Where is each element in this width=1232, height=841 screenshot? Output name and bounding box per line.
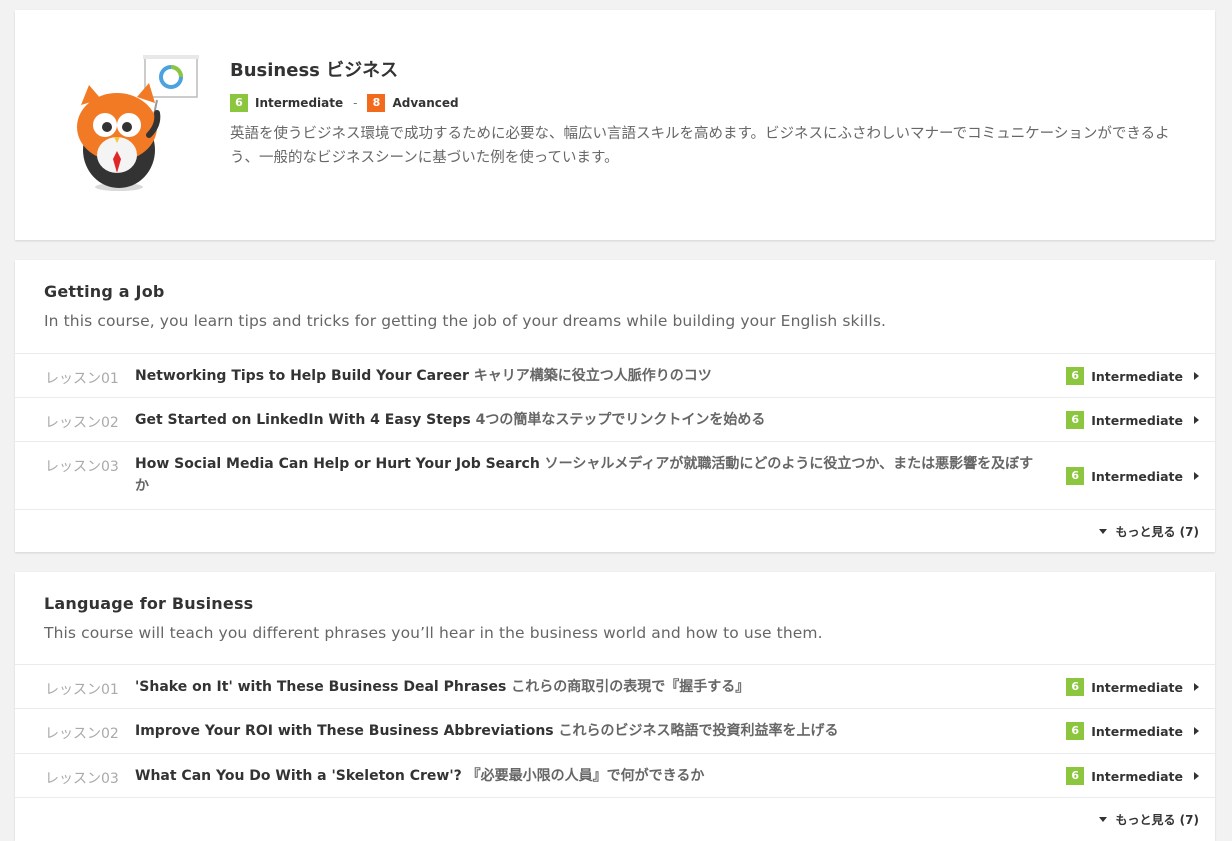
show-more-label: もっと見る (7) xyxy=(1115,813,1200,827)
course-title: Getting a Job xyxy=(44,282,165,301)
lesson-number: レッスン03 xyxy=(45,459,119,475)
level-badge-from: 6 xyxy=(230,94,248,112)
lesson-level: 6 Intermediate xyxy=(1066,722,1199,740)
lesson-number: レッスン01 xyxy=(45,371,119,387)
level-label: Intermediate xyxy=(1091,368,1183,384)
chevron-right-icon[interactable] xyxy=(1194,727,1199,735)
level-label: Intermediate xyxy=(1091,723,1183,739)
course-card: Getting a Job In this course, you learn … xyxy=(15,260,1215,552)
level-label-to: Advanced xyxy=(392,96,459,110)
show-more-button[interactable]: もっと見る (7) xyxy=(1098,523,1200,540)
lesson-row[interactable]: レッスン03 How Social Media Can Help or Hurt… xyxy=(15,441,1215,509)
course-title: Language for Business xyxy=(44,594,254,613)
course-card: Language for Business This course will t… xyxy=(15,572,1215,841)
lesson-number: レッスン03 xyxy=(45,771,119,787)
lesson-row[interactable]: レッスン02 Improve Your ROI with These Busin… xyxy=(15,708,1215,753)
category-header-card: Business ビジネス 6 Intermediate - 8 Advance… xyxy=(15,10,1215,240)
chevron-right-icon[interactable] xyxy=(1194,683,1199,691)
lesson-level: 6 Intermediate xyxy=(1066,678,1199,696)
lesson-number: レッスン02 xyxy=(45,726,119,742)
category-title: Business ビジネス xyxy=(230,60,399,81)
lesson-title[interactable]: Get Started on LinkedIn With 4 Easy Step… xyxy=(135,409,1045,431)
lesson-title[interactable]: How Social Media Can Help or Hurt Your J… xyxy=(135,453,1045,497)
level-badge-to: 8 xyxy=(367,94,386,112)
level-badge: 6 xyxy=(1066,467,1085,485)
lesson-title[interactable]: 'Shake on It' with These Business Deal P… xyxy=(135,676,1045,698)
lesson-title[interactable]: What Can You Do With a 'Skeleton Crew'? … xyxy=(135,765,1045,787)
level-badge: 6 xyxy=(1066,767,1085,785)
lesson-level: 6 Intermediate xyxy=(1066,367,1199,385)
category-description: 英語を使うビジネス環境で成功するために必要な、幅広い言語スキルを高めます。ビジネ… xyxy=(230,126,1170,166)
level-label: Intermediate xyxy=(1091,679,1183,695)
level-label: Intermediate xyxy=(1091,768,1183,784)
caret-down-icon xyxy=(1098,529,1107,534)
lesson-title[interactable]: Networking Tips to Help Build Your Caree… xyxy=(135,365,1045,387)
more-row: もっと見る (7) xyxy=(15,509,1215,552)
caret-down-icon xyxy=(1098,817,1107,822)
chevron-right-icon[interactable] xyxy=(1194,416,1199,424)
level-range: 6 Intermediate - 8 Advanced xyxy=(230,94,459,112)
course-description: In this course, you learn tips and trick… xyxy=(44,312,887,330)
lesson-title[interactable]: Improve Your ROI with These Business Abb… xyxy=(135,720,1045,742)
lesson-row[interactable]: レッスン01 Networking Tips to Help Build You… xyxy=(15,353,1215,397)
chevron-right-icon[interactable] xyxy=(1194,772,1199,780)
more-row: もっと見る (7) xyxy=(15,797,1215,840)
lesson-row[interactable]: レッスン02 Get Started on LinkedIn With 4 Ea… xyxy=(15,397,1215,441)
lesson-row[interactable]: レッスン03 What Can You Do With a 'Skeleton … xyxy=(15,753,1215,797)
owl-mascot-icon xyxy=(67,55,217,205)
level-label-from: Intermediate xyxy=(255,96,344,110)
lesson-number: レッスン01 xyxy=(45,682,119,698)
lesson-number: レッスン02 xyxy=(45,415,119,431)
level-separator: - xyxy=(353,96,358,110)
level-badge: 6 xyxy=(1066,411,1085,429)
show-more-label: もっと見る (7) xyxy=(1115,525,1200,539)
chevron-right-icon[interactable] xyxy=(1194,372,1199,380)
lesson-level: 6 Intermediate xyxy=(1066,411,1199,429)
level-badge: 6 xyxy=(1066,678,1085,696)
level-label: Intermediate xyxy=(1091,412,1183,428)
lesson-level: 6 Intermediate xyxy=(1066,467,1199,485)
lesson-row[interactable]: レッスン01 'Shake on It' with These Business… xyxy=(15,664,1215,708)
course-description: This course will teach you different phr… xyxy=(44,624,823,642)
chevron-right-icon[interactable] xyxy=(1194,472,1199,480)
show-more-button[interactable]: もっと見る (7) xyxy=(1098,811,1200,828)
level-label: Intermediate xyxy=(1091,468,1183,484)
level-badge: 6 xyxy=(1066,367,1085,385)
level-badge: 6 xyxy=(1066,722,1085,740)
lesson-level: 6 Intermediate xyxy=(1066,767,1199,785)
